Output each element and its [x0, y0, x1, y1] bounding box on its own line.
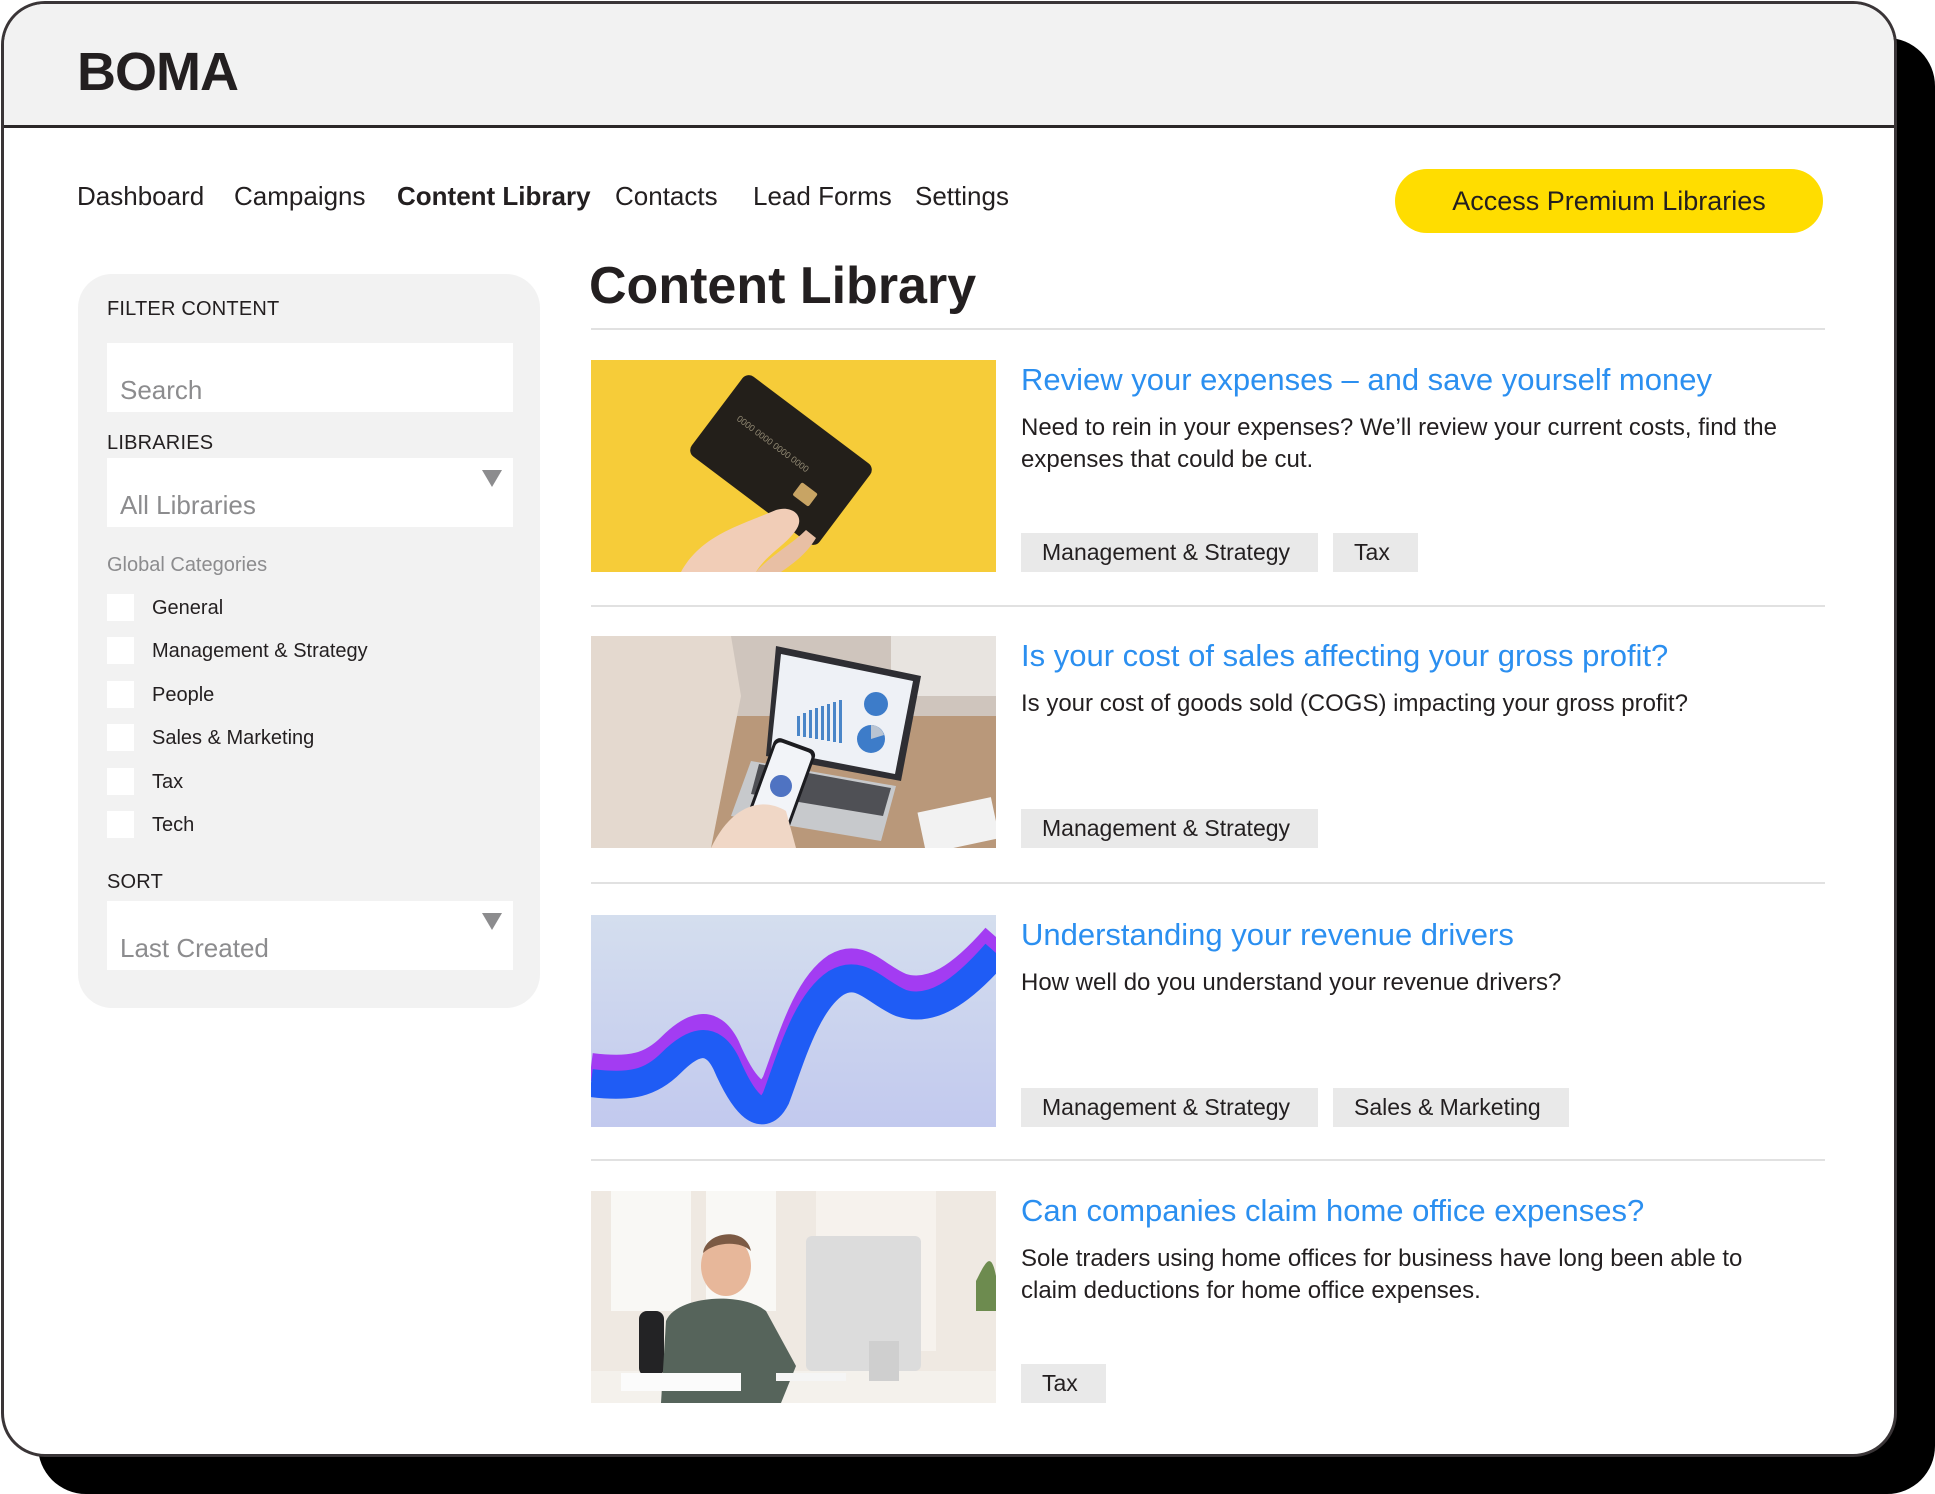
article-description: Is your cost of goods sold (COGS) impact… [1021, 690, 1688, 717]
filter-panel: FILTER CONTENT Search LIBRARIES All Libr… [78, 274, 540, 1008]
category-label: General [152, 597, 224, 619]
page-title: Content Library [589, 257, 977, 315]
nav-settings[interactable]: Settings [915, 178, 1009, 214]
tag-list: Management & Strategy Tax [1021, 533, 1418, 572]
chevron-down-icon [482, 470, 502, 487]
article-title-link[interactable]: Is your cost of sales affecting your gro… [1021, 636, 1668, 676]
checkbox[interactable] [107, 724, 134, 751]
article-title-link[interactable]: Can companies claim home office expenses… [1021, 1191, 1644, 1231]
laptop-charts-image[interactable] [591, 636, 996, 848]
checkbox[interactable] [107, 811, 134, 838]
checkbox[interactable] [107, 681, 134, 708]
nav-lead-forms[interactable]: Lead Forms [753, 178, 892, 214]
filter-content-heading: FILTER CONTENT [107, 298, 280, 320]
article-card: Can companies claim home office expenses… [591, 1191, 1825, 1405]
sort-label: SORT [107, 871, 163, 893]
chevron-down-icon [482, 913, 502, 930]
tag-management-strategy[interactable]: Management & Strategy [1021, 809, 1319, 848]
sort-selected-value: Last Created [120, 933, 269, 963]
checkbox[interactable] [107, 637, 134, 664]
search-input[interactable]: Search [107, 343, 513, 412]
tag-list: Management & Strategy Sales & Marketing [1021, 1088, 1569, 1127]
nav-dashboard[interactable]: Dashboard [77, 178, 204, 214]
article-description: How well do you understand your revenue … [1021, 969, 1562, 996]
checkbox[interactable] [107, 768, 134, 795]
growth-wave-image[interactable] [591, 915, 996, 1127]
category-label: Tech [152, 814, 195, 836]
article-title-link[interactable]: Review your expenses – and save yourself… [1021, 360, 1712, 400]
tag-management-strategy[interactable]: Management & Strategy [1021, 533, 1319, 572]
category-tech[interactable]: Tech [107, 811, 427, 839]
tag-list: Tax [1021, 1364, 1106, 1403]
credit-card-image[interactable]: 0000 0000 0000 0000 [591, 360, 996, 572]
tag-tax[interactable]: Tax [1333, 533, 1418, 572]
article-description: Sole traders using home offices for busi… [1021, 1245, 1743, 1304]
divider [591, 328, 1825, 330]
nav-campaigns[interactable]: Campaigns [234, 178, 366, 214]
tag-management-strategy[interactable]: Management & Strategy [1021, 1088, 1319, 1127]
libraries-selected-value: All Libraries [120, 490, 256, 520]
tag-tax[interactable]: Tax [1021, 1364, 1106, 1403]
libraries-label: LIBRARIES [107, 432, 214, 454]
divider [591, 882, 1825, 884]
article-title-link[interactable]: Understanding your revenue drivers [1021, 915, 1514, 955]
libraries-select[interactable]: All Libraries [107, 458, 513, 527]
checkbox[interactable] [107, 594, 134, 621]
category-general[interactable]: General [107, 594, 427, 622]
app-window: BOMA Dashboard Campaigns Content Library… [1, 1, 1897, 1457]
boma-logo[interactable]: BOMA [77, 42, 239, 102]
category-label: Sales & Marketing [152, 727, 315, 749]
global-categories-heading: Global Categories [107, 554, 268, 576]
category-people[interactable]: People [107, 681, 427, 709]
category-tax[interactable]: Tax [107, 768, 427, 796]
article-description: Need to rein in your expenses? We’ll rev… [1021, 414, 1777, 473]
article-card: 0000 0000 0000 0000 Review your expenses… [591, 360, 1825, 574]
nav-content-library[interactable]: Content Library [397, 178, 591, 214]
divider [591, 1159, 1825, 1161]
article-card: Is your cost of sales affecting your gro… [591, 636, 1825, 850]
search-placeholder: Search [120, 375, 203, 405]
nav-contacts[interactable]: Contacts [615, 178, 718, 214]
category-label: People [152, 684, 215, 706]
category-label: Management & Strategy [152, 640, 368, 662]
top-bar: BOMA [4, 4, 1894, 128]
home-office-image[interactable] [591, 1191, 996, 1403]
category-label: Tax [152, 771, 184, 793]
category-sales-marketing[interactable]: Sales & Marketing [107, 724, 427, 752]
article-card: Understanding your revenue drivers How w… [591, 915, 1825, 1129]
category-management-strategy[interactable]: Management & Strategy [107, 637, 427, 665]
access-premium-libraries-button[interactable]: Access Premium Libraries [1395, 169, 1823, 233]
sort-select[interactable]: Last Created [107, 901, 513, 970]
divider [591, 605, 1825, 607]
tag-sales-marketing[interactable]: Sales & Marketing [1333, 1088, 1569, 1127]
tag-list: Management & Strategy [1021, 809, 1319, 848]
